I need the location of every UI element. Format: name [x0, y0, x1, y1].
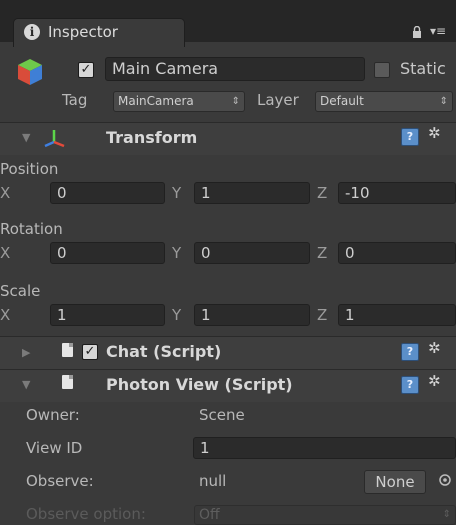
layer-label: Layer [257, 91, 299, 109]
chevron-updown-icon: ⇕ [231, 96, 240, 107]
static-label: Static [400, 59, 446, 78]
transform-header[interactable] [0, 122, 456, 155]
observe-option-value: Off [199, 507, 220, 523]
tab-inspector[interactable]: i Inspector [13, 18, 185, 47]
script-file-icon [62, 343, 73, 357]
help-icon[interactable]: ? [401, 376, 419, 394]
chat-enabled-checkbox[interactable]: ✓ [82, 344, 98, 360]
position-label: Position [0, 160, 59, 178]
active-checkbox[interactable]: ✓ [78, 62, 94, 78]
layer-value: Default [320, 94, 364, 108]
position-y-field[interactable]: 1 [194, 182, 310, 204]
owner-label: Owner: [26, 406, 80, 424]
observe-option-dropdown: Off ⇕ [194, 505, 456, 525]
layer-dropdown[interactable]: Default ⇕ [315, 91, 453, 112]
scale-x-label: X [0, 306, 11, 324]
scale-x-field[interactable]: 1 [50, 304, 165, 326]
rotation-z-field[interactable]: 0 [338, 242, 456, 264]
gameobject-cube-icon [17, 58, 43, 88]
position-z-label: Z [317, 184, 328, 202]
position-y-label: Y [172, 184, 182, 202]
scale-z-field[interactable]: 1 [338, 304, 456, 326]
static-checkbox[interactable] [374, 62, 390, 78]
tag-value: MainCamera [118, 94, 194, 108]
rotation-y-field[interactable]: 0 [194, 242, 310, 264]
scale-z-label: Z [317, 306, 328, 324]
position-x-label: X [0, 184, 11, 202]
chevron-updown-icon: ⇕ [442, 509, 451, 520]
chevron-updown-icon: ⇕ [439, 96, 448, 107]
transform-title: Transform [106, 128, 198, 147]
observe-value: null [199, 472, 227, 490]
scale-y-field[interactable]: 1 [194, 304, 310, 326]
object-picker-icon[interactable] [438, 473, 452, 491]
lock-icon[interactable] [412, 25, 422, 41]
tag-dropdown[interactable]: MainCamera ⇕ [113, 91, 245, 112]
gear-icon[interactable]: ✲ [428, 339, 441, 357]
viewid-field[interactable]: 1 [193, 437, 456, 459]
foldout-open-icon[interactable]: ▼ [22, 131, 30, 144]
observe-none-button[interactable]: None [364, 470, 426, 494]
tab-title: Inspector [48, 23, 118, 41]
script-file-icon [62, 375, 73, 389]
photon-view-title: Photon View (Script) [106, 375, 293, 394]
observe-option-label: Observe option: [26, 505, 146, 523]
foldout-closed-icon[interactable]: ▶ [22, 346, 30, 359]
info-icon: i [24, 24, 40, 40]
rotation-z-label: Z [317, 244, 328, 262]
rotation-x-label: X [0, 244, 11, 262]
rotation-label: Rotation [0, 220, 63, 238]
help-icon[interactable]: ? [401, 343, 419, 361]
scale-label: Scale [0, 282, 41, 300]
rotation-y-label: Y [172, 244, 182, 262]
position-z-field[interactable]: -10 [338, 182, 456, 204]
position-x-field[interactable]: 0 [50, 182, 165, 204]
transform-axis-icon [43, 128, 65, 152]
tag-label: Tag [62, 91, 88, 109]
scale-y-label: Y [172, 306, 182, 324]
chat-title: Chat (Script) [106, 342, 222, 361]
observe-label: Observe: [26, 472, 94, 490]
foldout-open-icon[interactable]: ▼ [22, 378, 30, 391]
object-name-input[interactable]: Main Camera [105, 57, 365, 81]
viewid-label: View ID [26, 439, 83, 457]
menu-icon[interactable]: ▾≡ [430, 24, 446, 38]
help-icon[interactable]: ? [401, 128, 419, 146]
gear-icon[interactable]: ✲ [428, 124, 441, 142]
gear-icon[interactable]: ✲ [428, 372, 441, 390]
inspector-window: i Inspector ▾≡ ✓ Main Camera Static Tag … [0, 0, 456, 525]
owner-value: Scene [199, 406, 245, 424]
rotation-x-field[interactable]: 0 [50, 242, 165, 264]
